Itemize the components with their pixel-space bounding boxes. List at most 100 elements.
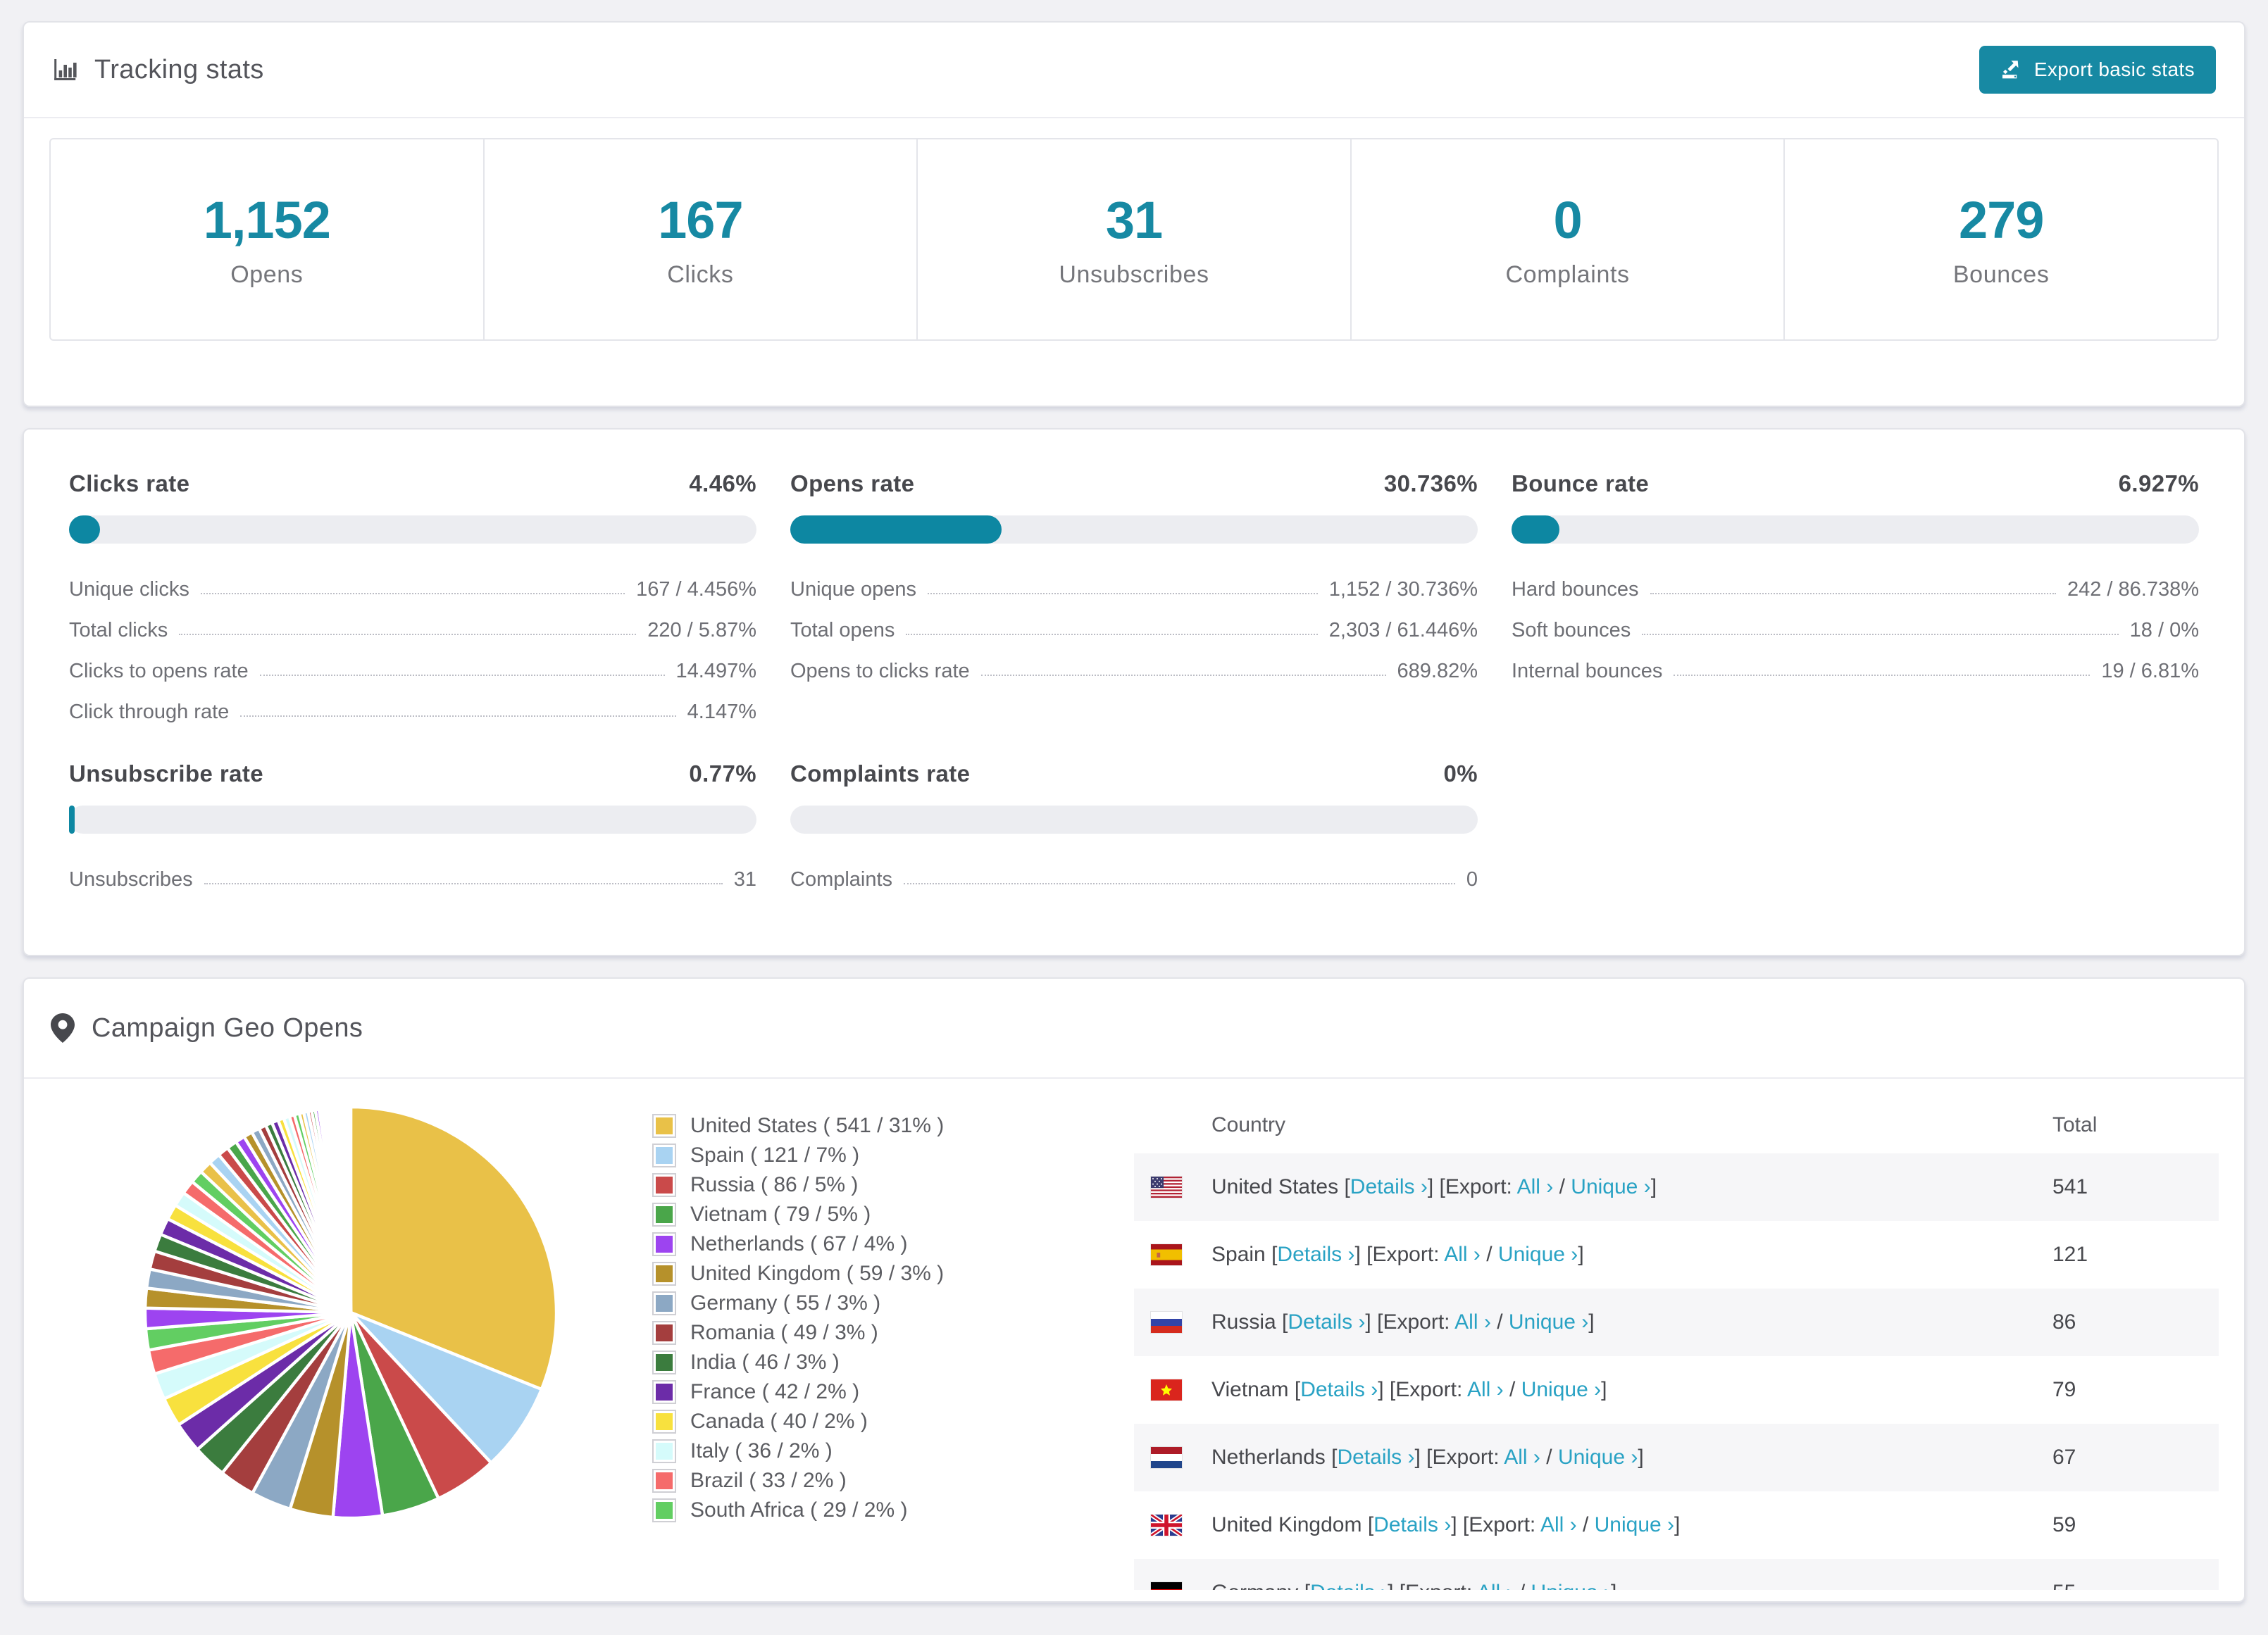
export-all-link[interactable]: All ›	[1477, 1581, 1514, 1590]
progress-fill	[69, 806, 75, 834]
progress-bar	[69, 806, 756, 834]
stat-value: 2,303 / 61.446%	[1328, 619, 1478, 641]
summary-value: 1,152	[203, 191, 331, 249]
stat-label: Click through rate	[69, 701, 230, 723]
country-name: United Kingdom	[1211, 1513, 1362, 1536]
progress-bar	[790, 806, 1478, 834]
stat-value: 14.497%	[675, 660, 757, 682]
legend-item-romania: Romania ( 49 / 3% )	[652, 1318, 1134, 1348]
export-unique-link[interactable]: Unique ›	[1509, 1310, 1588, 1334]
table-row-spain: Spain [Details ›] [Export: All › / Uniqu…	[1134, 1221, 2219, 1289]
legend-swatch	[652, 1144, 676, 1167]
details-link[interactable]: Details ›	[1300, 1378, 1378, 1401]
details-link[interactable]: Details ›	[1288, 1310, 1365, 1334]
export-all-link[interactable]: All ›	[1504, 1446, 1540, 1469]
rate-block-unsubscribe: Unsubscribe rate 0.77% Unsubscribes 31	[69, 760, 756, 896]
stat-leader	[179, 634, 637, 635]
rate-title: Complaints rate	[790, 760, 971, 787]
stat-label: Opens to clicks rate	[790, 660, 970, 682]
flag-spain-icon	[1151, 1244, 1182, 1265]
export-unique-link[interactable]: Unique ›	[1595, 1513, 1674, 1536]
export-all-link[interactable]: All ›	[1454, 1310, 1491, 1334]
export-unique-link[interactable]: Unique ›	[1498, 1243, 1578, 1266]
total-value: 121	[2052, 1243, 2088, 1266]
stat-leader	[906, 634, 1318, 635]
legend-label: India ( 46 / 3% )	[690, 1351, 840, 1374]
summary-label: Opens	[230, 261, 304, 288]
export-unique-link[interactable]: Unique ›	[1571, 1175, 1650, 1198]
export-all-link[interactable]: All ›	[1467, 1378, 1504, 1401]
progress-bar	[1512, 515, 2199, 544]
flag-germany-icon	[1151, 1582, 1182, 1590]
export-unique-link[interactable]: Unique ›	[1531, 1581, 1611, 1590]
legend-label: United States ( 541 / 31% )	[690, 1114, 945, 1137]
geo-table[interactable]: Country Total United States [Details ›] …	[1134, 1097, 2219, 1590]
stat-leader	[1650, 593, 2056, 594]
stat-value: 1,152 / 30.736%	[1328, 578, 1478, 601]
total-value: 86	[2052, 1310, 2076, 1334]
rates-card: Clicks rate 4.46% Unique clicks 167 / 4.45…	[23, 428, 2245, 956]
stat-value: 19 / 6.81%	[2101, 660, 2199, 682]
column-country: Country	[1211, 1113, 1286, 1136]
total-value: 79	[2052, 1378, 2076, 1401]
map-pin-icon	[51, 1013, 75, 1043]
rate-block-bounce: Bounce rate 6.927% Hard bounces 242 / 86.7…	[1512, 470, 2199, 728]
export-all-link[interactable]: All ›	[1540, 1513, 1577, 1536]
stat-leader	[259, 675, 665, 676]
stat-label: Unique clicks	[69, 578, 189, 601]
export-all-link[interactable]: All ›	[1517, 1175, 1554, 1198]
legend-swatch	[652, 1439, 676, 1463]
total-value: 541	[2052, 1175, 2088, 1198]
bar-chart-icon	[52, 57, 77, 82]
tracking-stats-card: Tracking stats Export basic stats 1,152 …	[23, 21, 2245, 407]
stat-label: Unique opens	[790, 578, 916, 601]
legend-item-netherlands: Netherlands ( 67 / 4% )	[652, 1229, 1134, 1259]
stat-label: Unsubscribes	[69, 868, 193, 891]
rate-value: 0%	[1443, 760, 1478, 787]
legend-swatch	[652, 1321, 676, 1345]
rate-block-opens: Opens rate 30.736% Unique opens 1,152 / 30…	[790, 470, 1478, 728]
geo-header: Campaign Geo Opens	[24, 979, 2244, 1077]
details-link[interactable]: Details ›	[1373, 1513, 1451, 1536]
stat-row: Unique clicks 167 / 4.456%	[69, 565, 756, 606]
stat-leader	[200, 593, 625, 594]
stat-value: 167 / 4.456%	[636, 578, 756, 601]
pie-slice[interactable]	[348, 1105, 353, 1313]
legend-label: Italy ( 36 / 2% )	[690, 1439, 833, 1462]
total-value: 55	[2052, 1581, 2219, 1590]
stat-row: Unique opens 1,152 / 30.736%	[790, 565, 1478, 606]
stat-label: Total clicks	[69, 619, 168, 641]
table-row-united-kingdom: United Kingdom [Details ›] [Export: All …	[1134, 1491, 2219, 1559]
stat-leader	[240, 715, 676, 717]
stat-value: 18 / 0%	[2129, 619, 2199, 641]
details-link[interactable]: Details ›	[1277, 1243, 1354, 1266]
details-link[interactable]: Details ›	[1350, 1175, 1428, 1198]
export-button-label: Export basic stats	[2033, 58, 2195, 80]
table-row-vietnam: Vietnam [Details ›] [Export: All › / Uni…	[1134, 1356, 2219, 1424]
legend-item-russia: Russia ( 86 / 5% )	[652, 1170, 1134, 1200]
stat-value: 31	[733, 868, 756, 891]
export-basic-stats-button[interactable]: Export basic stats	[1979, 46, 2216, 94]
summary-label: Bounces	[1952, 261, 2050, 288]
stat-row: Total clicks 220 / 5.87%	[69, 606, 756, 646]
details-link[interactable]: Details ›	[1310, 1581, 1388, 1590]
summary-cell-complaints: 0 Complaints	[1352, 139, 1786, 339]
country-name: Germany	[1211, 1581, 1298, 1590]
export-all-link[interactable]: All ›	[1444, 1243, 1481, 1266]
stat-row: Unsubscribes 31	[69, 855, 756, 896]
summary-value: 31	[1105, 191, 1163, 249]
stat-row: Total opens 2,303 / 61.446%	[790, 606, 1478, 646]
export-unique-link[interactable]: Unique ›	[1521, 1378, 1601, 1401]
legend-item-spain: Spain ( 121 / 7% )	[652, 1141, 1134, 1170]
export-unique-link[interactable]: Unique ›	[1558, 1446, 1638, 1469]
flag-netherlands-icon	[1151, 1447, 1182, 1468]
legend-swatch	[652, 1173, 676, 1197]
stat-leader	[927, 593, 1318, 594]
legend-label: Spain ( 121 / 7% )	[690, 1144, 860, 1167]
details-link[interactable]: Details ›	[1337, 1446, 1414, 1469]
stat-value: 242 / 86.738%	[2067, 578, 2199, 601]
stat-leader	[1642, 634, 2119, 635]
stat-row: Internal bounces 19 / 6.81%	[1512, 646, 2199, 687]
rate-title: Unsubscribe rate	[69, 760, 263, 787]
rate-value: 4.46%	[689, 470, 756, 496]
